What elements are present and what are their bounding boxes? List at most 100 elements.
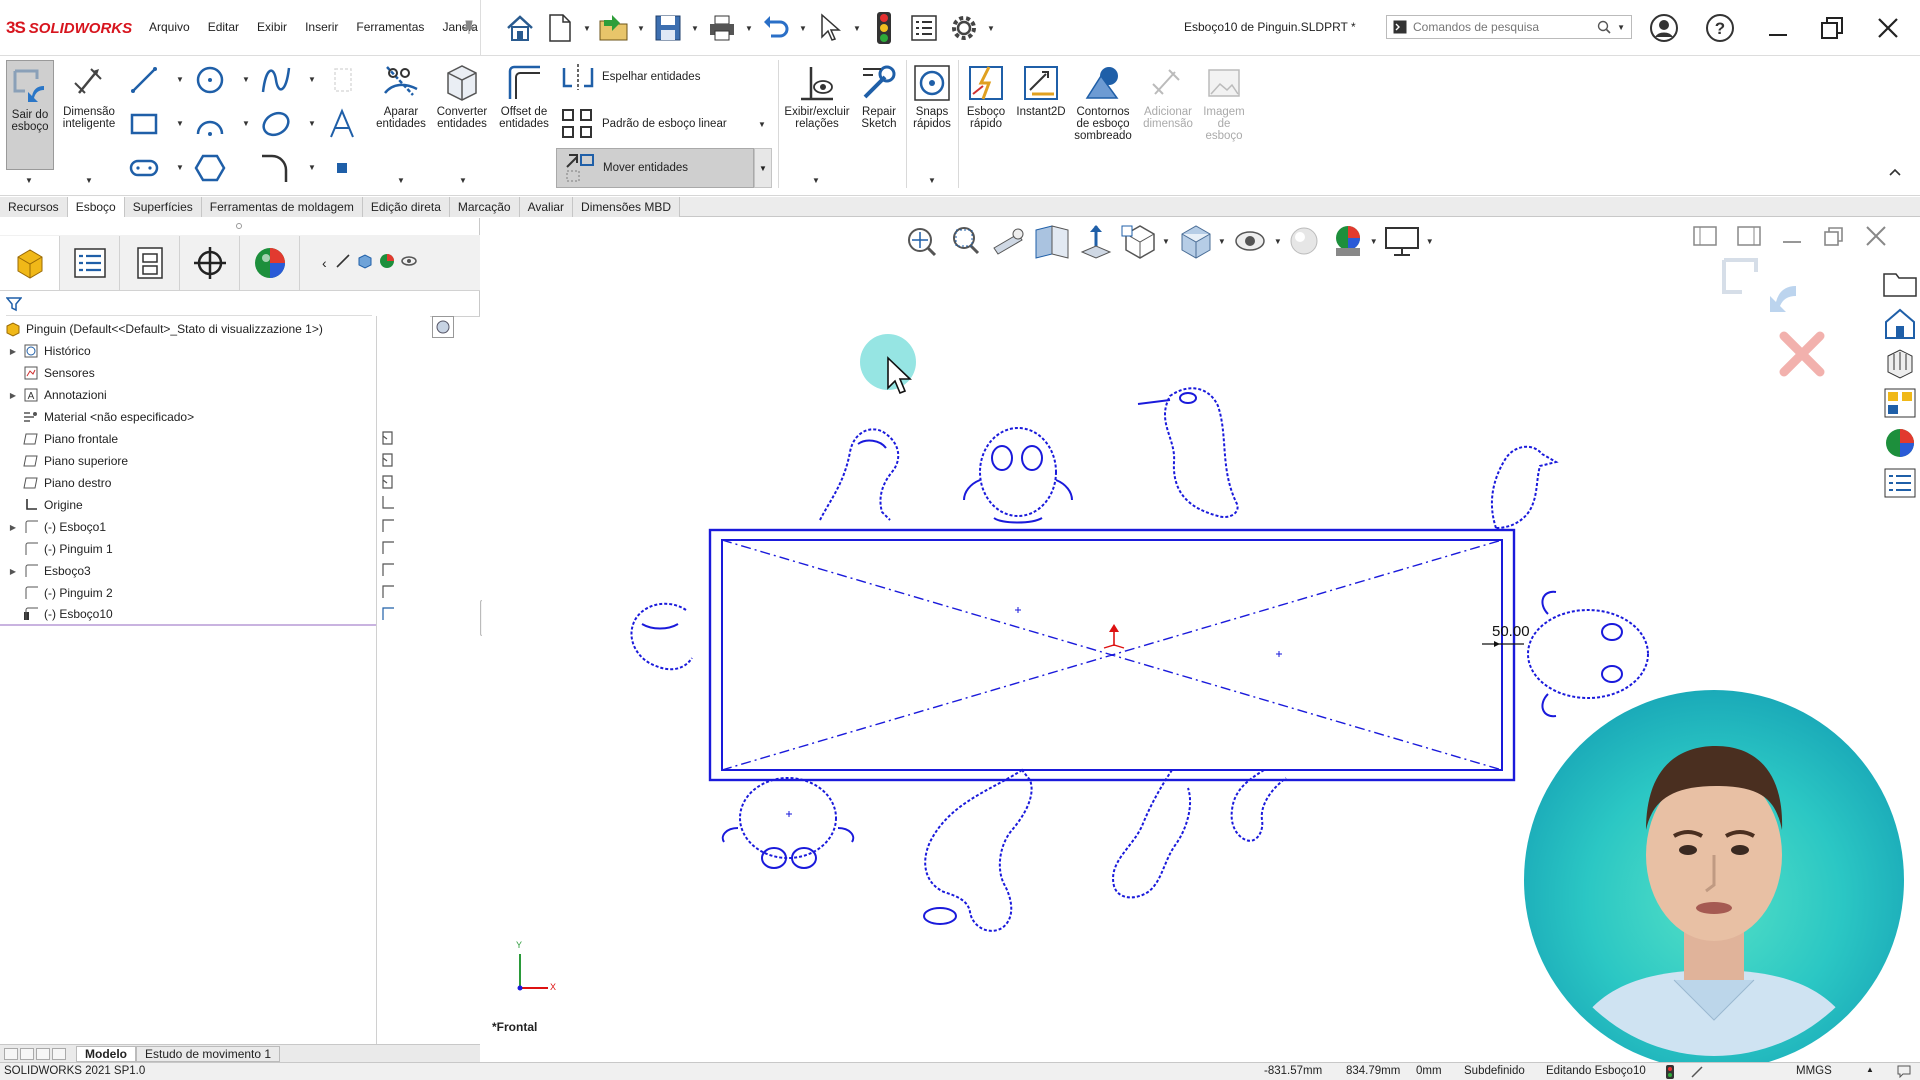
file-properties-icon[interactable]	[904, 8, 944, 48]
undo-dropdown-icon[interactable]: ▼	[796, 8, 810, 48]
tree-root[interactable]: Pinguin (Default<<Default>_Stato di visu…	[0, 318, 376, 340]
search-dropdown-icon[interactable]: ▼	[1617, 23, 1625, 32]
expand-icon[interactable]: ▶	[8, 347, 18, 356]
close-icon[interactable]	[1868, 10, 1908, 46]
rectangle-icon[interactable]	[126, 106, 162, 142]
move-dropdown-icon[interactable]: ▼	[754, 148, 772, 188]
tree-item-sensores[interactable]: Sensores	[0, 362, 376, 384]
quick-snaps-button[interactable]: Snaps rápidos	[908, 62, 956, 130]
tab-prev-button[interactable]	[20, 1047, 34, 1060]
open-icon[interactable]	[594, 8, 634, 48]
snaps-dropdown-icon[interactable]: ▼	[928, 176, 936, 185]
ellipse-dropdown-icon[interactable]: ▼	[308, 119, 316, 128]
sphere-icon[interactable]	[432, 316, 454, 338]
shaded-contours-button[interactable]: Contornos de esboço sombreado	[1070, 62, 1136, 142]
tree-item-esboco1[interactable]: ▶ (-) Esboço1	[0, 516, 376, 538]
dimension-value[interactable]: 50.00	[1492, 623, 1530, 640]
dimxpert-manager-tab[interactable]	[180, 235, 240, 290]
tree-item-annotazioni[interactable]: ▶ A Annotazioni	[0, 384, 376, 406]
menu-arquivo[interactable]: Arquivo	[140, 20, 199, 34]
help-icon[interactable]: ?	[1700, 10, 1740, 46]
units-up-icon[interactable]: ▲	[1866, 1065, 1874, 1074]
save-icon[interactable]	[648, 8, 688, 48]
collapse-ribbon-icon[interactable]	[1888, 166, 1902, 181]
menu-ferramentas[interactable]: Ferramentas	[347, 20, 433, 34]
linear-pattern-button[interactable]: Padrão de esboço linear	[560, 106, 727, 142]
arc-dropdown-icon[interactable]: ▼	[242, 119, 250, 128]
smart-dim-dropdown-icon[interactable]: ▼	[85, 176, 93, 185]
exit-sketch-dropdown-icon[interactable]: ▼	[25, 176, 33, 185]
fillet-dropdown-icon[interactable]: ▼	[308, 163, 316, 172]
display-manager-tab[interactable]	[240, 235, 300, 290]
new-dropdown-icon[interactable]: ▼	[580, 8, 594, 48]
tab-ferramentas-moldagem[interactable]: Ferramentas de moldagem	[201, 197, 363, 217]
tab-recursos[interactable]: Recursos	[0, 197, 68, 217]
command-search-box[interactable]: Comandos de pesquisa ▼	[1386, 15, 1632, 39]
sketch-tab-icon[interactable]	[335, 253, 351, 272]
line-dropdown-icon[interactable]: ▼	[176, 75, 184, 84]
linear-pattern-dropdown-icon[interactable]: ▼	[758, 120, 766, 129]
penguin-sketches[interactable]	[630, 387, 1649, 932]
expand-icon[interactable]: ▶	[8, 523, 18, 532]
mirror-entities-button[interactable]: Espelhar entidades	[560, 62, 700, 92]
status-units[interactable]: MMGS	[1796, 1065, 1832, 1077]
tree-item-material[interactable]: Material <não especificado>	[0, 406, 376, 428]
user-icon[interactable]	[1644, 10, 1684, 46]
tree-item-esboco10[interactable]: (-) Esboço10	[0, 604, 376, 626]
tab-avaliar[interactable]: Avaliar	[519, 197, 574, 217]
tree-item-pinguim2[interactable]: (-) Pinguim 2	[0, 582, 376, 604]
feature-manager-tab[interactable]	[0, 235, 60, 290]
new-document-icon[interactable]	[540, 8, 580, 48]
relations-dropdown-icon[interactable]: ▼	[812, 176, 820, 185]
expand-icon[interactable]: ▶	[8, 391, 18, 400]
tree-item-origine[interactable]: Origine	[0, 494, 376, 516]
ellipse-icon[interactable]	[258, 106, 294, 142]
file-explorer-icon[interactable]	[1882, 346, 1918, 380]
move-entities-button[interactable]: Mover entidades	[556, 148, 754, 188]
sketch-status-icon[interactable]	[1690, 1065, 1704, 1080]
configuration-manager-tab[interactable]	[120, 235, 180, 290]
tree-item-historico[interactable]: ▶ Histórico	[0, 340, 376, 362]
part-tab-icon[interactable]	[357, 253, 373, 272]
search-icon[interactable]	[1597, 20, 1611, 34]
select-icon[interactable]	[810, 8, 850, 48]
tree-item-piano-destro[interactable]: Piano destro	[0, 472, 376, 494]
display-relations-button[interactable]: Exibir/excluir relações	[782, 62, 852, 130]
rebuild-status-icon[interactable]	[1666, 1065, 1674, 1080]
tab-next-button[interactable]	[36, 1047, 50, 1060]
trim-entities-button[interactable]: Aparar entidades	[372, 62, 430, 130]
custom-properties-icon[interactable]	[1882, 466, 1918, 500]
rebuild-icon[interactable]	[864, 8, 904, 48]
tab-dimensoes-mbd[interactable]: Dimensões MBD	[573, 197, 681, 217]
point-icon[interactable]	[324, 150, 360, 186]
tree-item-esboco3[interactable]: ▶ Esboço3	[0, 560, 376, 582]
collapse-arrow-icon[interactable]: ‹	[322, 255, 327, 271]
print-icon[interactable]	[702, 8, 742, 48]
menu-inserir[interactable]: Inserir	[296, 20, 347, 34]
solidworks-logo[interactable]: 3S SOLIDWORKS	[6, 16, 132, 40]
print-dropdown-icon[interactable]: ▼	[742, 8, 756, 48]
solidworks-resources-icon[interactable]	[1882, 266, 1918, 300]
undo-icon[interactable]	[756, 8, 796, 48]
rapid-sketch-button[interactable]: Esboço rápido	[960, 62, 1012, 130]
polygon-icon[interactable]	[192, 150, 228, 186]
fillet-icon[interactable]	[258, 150, 294, 186]
tab-motion-study[interactable]: Estudo de movimento 1	[136, 1045, 281, 1062]
options-gear-icon[interactable]	[944, 8, 984, 48]
tree-item-pinguim1[interactable]: (-) Pinguim 1	[0, 538, 376, 560]
construction-diagonals[interactable]	[721, 539, 1503, 771]
panel-splitter-handle[interactable]	[236, 223, 242, 229]
tab-superficies[interactable]: Superfícies	[124, 197, 202, 217]
chat-icon[interactable]	[1896, 1064, 1912, 1080]
trim-dropdown-icon[interactable]: ▼	[397, 176, 405, 185]
menu-editar[interactable]: Editar	[199, 20, 248, 34]
pin-icon[interactable]	[462, 20, 476, 37]
tree-filter[interactable]	[5, 296, 372, 316]
appearances-icon[interactable]	[1882, 426, 1918, 460]
property-manager-tab[interactable]	[60, 235, 120, 290]
open-dropdown-icon[interactable]: ▼	[634, 8, 648, 48]
exit-sketch-button[interactable]: Sair do esboço	[6, 60, 54, 170]
appearance-tab-icon[interactable]	[379, 253, 395, 272]
tree-item-piano-frontale[interactable]: Piano frontale	[0, 428, 376, 450]
text-icon[interactable]	[324, 106, 360, 142]
